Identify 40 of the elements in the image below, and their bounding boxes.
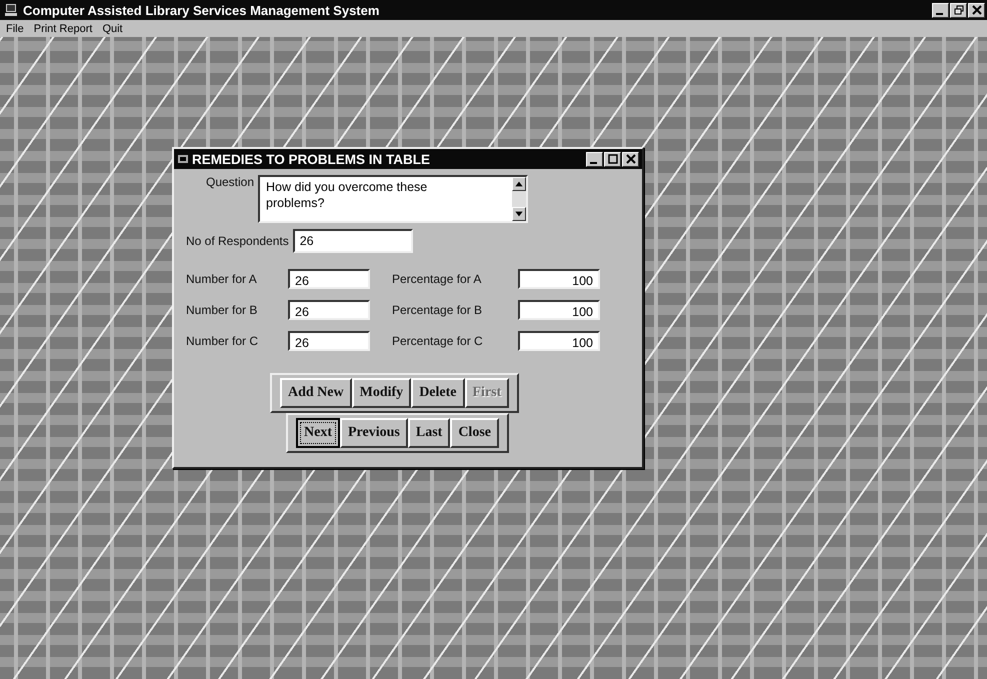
computer-icon — [4, 3, 18, 17]
dialog-title: REMEDIES TO PROBLEMS IN TABLE — [192, 152, 432, 166]
action-button[interactable]: Close — [450, 418, 499, 448]
question-field[interactable]: How did you overcome these problems? — [258, 175, 528, 223]
percentage-label: Percentage for C — [391, 334, 484, 348]
percentage-label: Percentage for B — [391, 303, 484, 317]
window-title: Computer Assisted Library Services Management System — [23, 2, 380, 18]
menu-item[interactable]: File — [6, 22, 24, 34]
scroll-bar[interactable] — [512, 177, 526, 221]
restore-button[interactable] — [950, 2, 967, 18]
action-button[interactable]: Last — [408, 418, 450, 448]
menu-item[interactable]: Print Report — [34, 22, 92, 34]
close-button[interactable] — [968, 2, 985, 18]
respondents-label: No of Respondents — [186, 234, 289, 248]
number-label: Number for C — [186, 334, 260, 348]
question-label: Question — [206, 175, 254, 191]
action-button[interactable]: Add New — [280, 378, 352, 408]
minimize-icon — [590, 162, 596, 164]
action-button[interactable]: Previous — [340, 418, 408, 448]
maximize-button[interactable] — [604, 152, 621, 166]
percentage-field[interactable]: 100 — [518, 331, 600, 351]
percentage-field[interactable]: 100 — [518, 269, 600, 289]
restore-icon — [954, 5, 964, 15]
action-button[interactable]: Next — [296, 418, 340, 448]
number-field[interactable]: 26 — [288, 269, 370, 289]
window-icon — [177, 153, 189, 165]
percentage-field[interactable]: 100 — [518, 300, 600, 320]
number-field[interactable]: 26 — [288, 331, 370, 351]
number-field[interactable]: 26 — [288, 300, 370, 320]
minimize-button[interactable] — [932, 2, 949, 18]
percentage-label: Percentage for A — [391, 272, 482, 286]
close-button[interactable] — [622, 152, 639, 166]
number-label: Number for B — [186, 303, 258, 317]
respondents-field[interactable]: 26 — [292, 229, 413, 253]
minimize-button[interactable] — [586, 152, 603, 166]
number-label: Number for A — [186, 272, 258, 286]
minimize-icon — [936, 12, 942, 14]
action-button[interactable]: Delete — [411, 378, 464, 408]
menu-item[interactable]: Quit — [102, 22, 123, 34]
action-button[interactable]: Modify — [352, 378, 412, 408]
